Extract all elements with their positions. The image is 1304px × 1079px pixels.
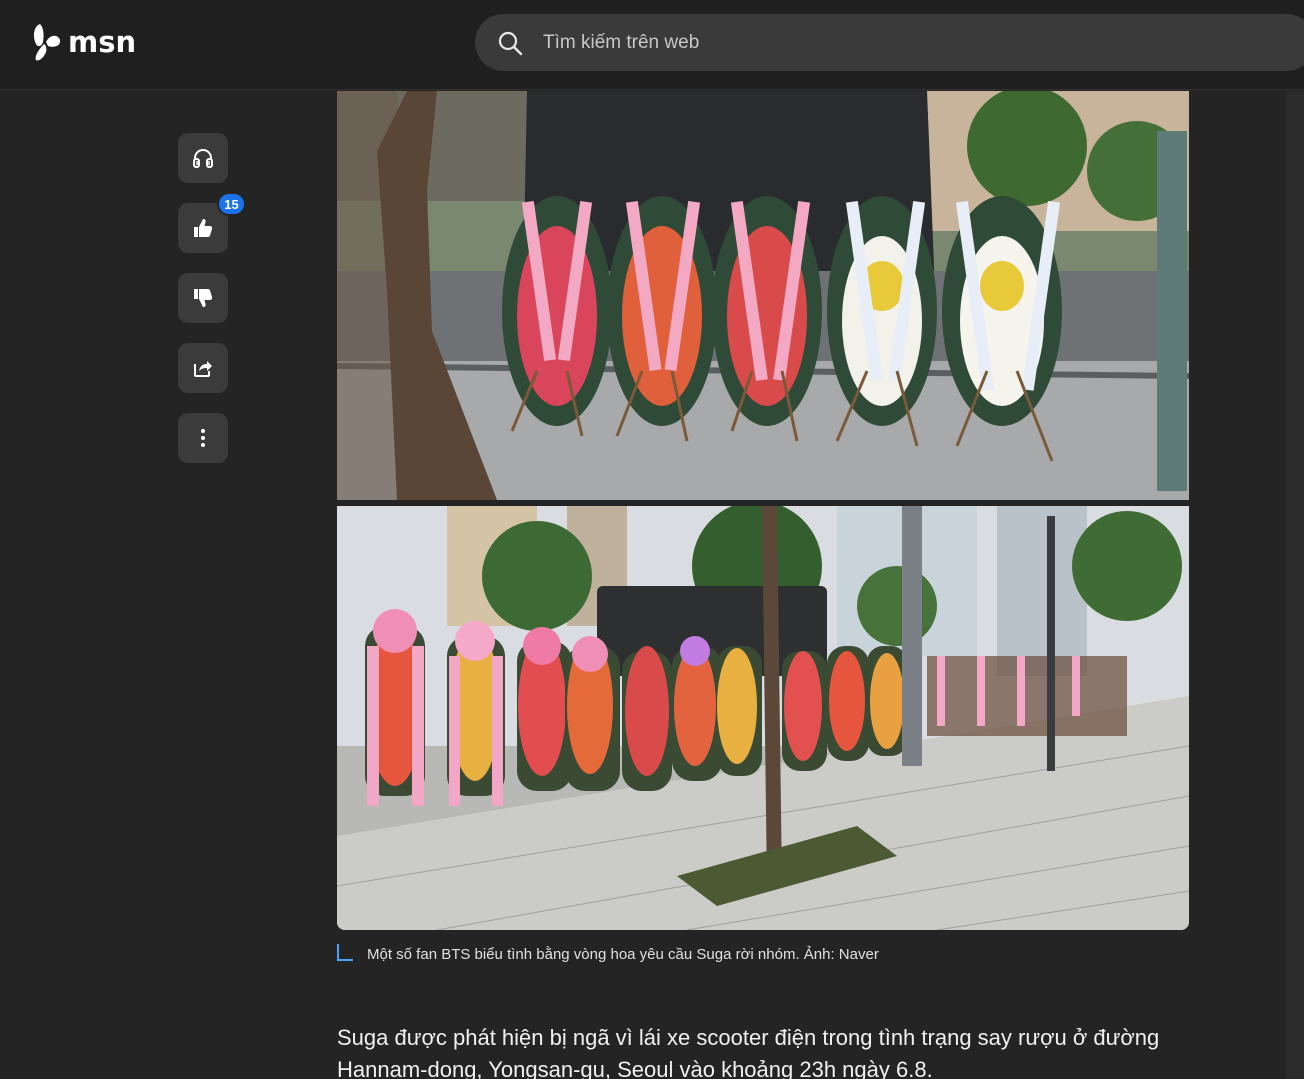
butterfly-logo-icon (33, 24, 61, 61)
share-button[interactable] (178, 343, 228, 393)
like-count-badge: 15 (217, 192, 246, 216)
share-icon (194, 361, 212, 377)
msn-logo[interactable]: msn (30, 22, 136, 62)
thumbs-up-icon (194, 219, 213, 237)
article-photo-top (337, 91, 1189, 500)
search-input[interactable] (543, 14, 1243, 71)
search-bar[interactable] (475, 14, 1304, 71)
top-header: msn (0, 0, 1304, 90)
thumbs-down-icon (194, 289, 213, 307)
brand-name: msn (68, 25, 137, 59)
headphones-icon (193, 149, 213, 168)
more-options-button[interactable] (178, 413, 228, 463)
article-photo-bottom (337, 506, 1189, 930)
dislike-button[interactable] (178, 273, 228, 323)
listen-button[interactable] (178, 133, 228, 183)
more-icon (201, 429, 205, 447)
photo-caption: Một số fan BTS biểu tình bằng vòng hoa y… (367, 946, 879, 963)
caption-marker (337, 944, 353, 961)
search-icon[interactable] (497, 30, 523, 56)
article-paragraph: Suga được phát hiện bị ngã vì lái xe sco… (337, 1025, 1160, 1079)
page-scrollbar[interactable] (1286, 91, 1304, 1079)
